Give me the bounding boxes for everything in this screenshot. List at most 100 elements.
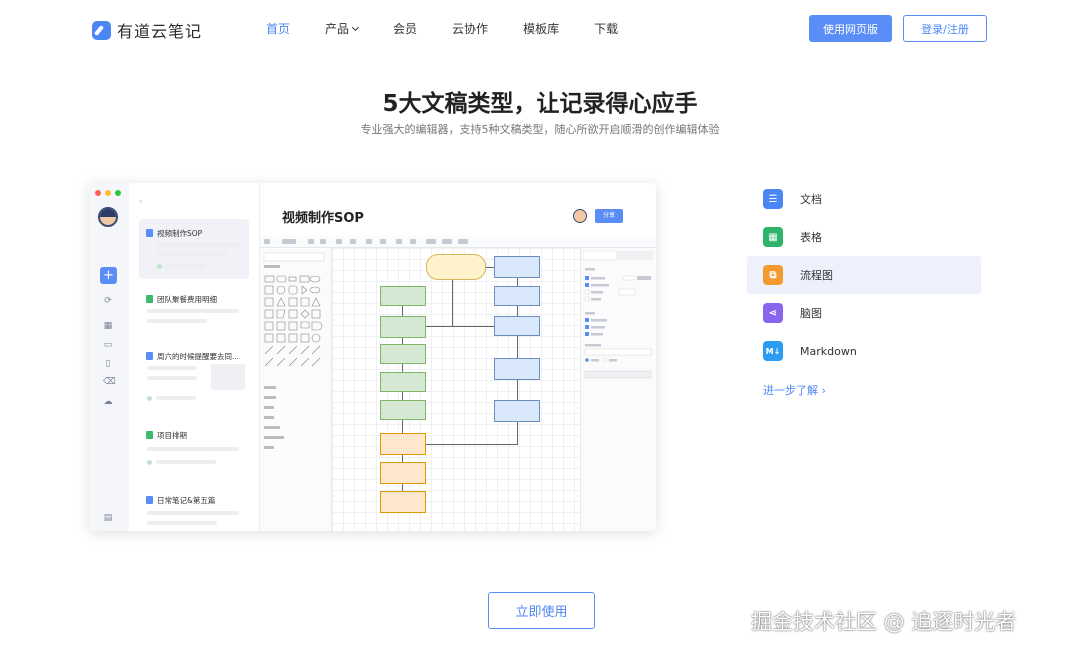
toolbar-icon xyxy=(426,239,436,244)
learn-more-link[interactable]: 进一步了解 › xyxy=(763,382,826,398)
note-item: 日常笔记&第五篇 xyxy=(139,491,249,531)
flowchart-node xyxy=(380,400,426,420)
note-title: 视频制作SOP xyxy=(157,229,203,238)
note-preview-line xyxy=(147,376,197,380)
toolbar-icon xyxy=(320,239,326,244)
flowchart-node xyxy=(494,316,540,336)
note-preview-line xyxy=(147,319,207,323)
editor-toolbar xyxy=(260,236,656,248)
logo[interactable]: 有道云笔记 xyxy=(92,18,202,42)
cloud-icon: ☁ xyxy=(103,397,113,407)
flowchart-node xyxy=(494,400,540,422)
grid-icon: ▦ xyxy=(103,321,113,331)
add-icon: + xyxy=(100,267,117,284)
shape-library-graphic xyxy=(263,252,325,449)
flowchart-connector xyxy=(517,278,518,286)
doc-title: 视频制作SOP xyxy=(282,211,364,226)
flowchart-node xyxy=(494,256,540,278)
flowchart-node xyxy=(426,254,486,280)
note-search-box: ⌕ xyxy=(138,196,251,210)
note-item: 视频制作SOP xyxy=(139,219,249,279)
nav-templates[interactable]: 模板库 xyxy=(523,20,559,37)
sheet-file-icon xyxy=(146,431,153,439)
note-item: 周六的时候提醒要去同... xyxy=(139,346,249,416)
flowchart-node xyxy=(380,316,426,338)
flowchart-connector xyxy=(486,267,494,268)
panel-toggle-icon: ▤ xyxy=(103,513,113,523)
toolbar-icon xyxy=(442,239,452,244)
collaborator-avatar xyxy=(573,209,587,223)
flowchart-connector xyxy=(426,326,494,327)
nav-home[interactable]: 首页 xyxy=(266,20,290,37)
status-dot xyxy=(147,396,152,401)
markdown-icon: M↓ xyxy=(763,341,783,361)
nav-products[interactable]: 产品 xyxy=(325,20,360,37)
type-item-table[interactable]: ▦ 表格 xyxy=(747,218,981,256)
flowchart-connector xyxy=(517,422,518,444)
user-avatar xyxy=(98,207,118,227)
flowchart-connector xyxy=(402,364,403,372)
watermark: 掘金技术社区 @ 追逐时光者 xyxy=(751,610,1017,634)
note-preview-line xyxy=(147,366,197,370)
type-item-markdown[interactable]: M↓ Markdown xyxy=(747,332,981,370)
type-item-flowchart[interactable]: ⧉ 流程图 xyxy=(747,256,981,294)
learn-more-label: 进一步了解 xyxy=(763,384,818,397)
use-web-button[interactable]: 使用网页版 xyxy=(809,15,892,42)
search-icon: ⌕ xyxy=(139,198,143,205)
app-preview-screenshot: + ⟳ ▦ ▭ ▯ ⌫ ☁ ▤ ⌕ 视频制作SOP 团队聚餐费用明细 周六的时候… xyxy=(89,183,656,531)
doc-file-icon xyxy=(146,352,153,360)
note-preview-line xyxy=(156,460,216,464)
nav-membership[interactable]: 会员 xyxy=(393,20,417,37)
type-label: 表格 xyxy=(800,231,822,244)
type-label: 文档 xyxy=(800,193,822,206)
status-dot xyxy=(147,460,152,465)
note-preview-line xyxy=(157,243,239,247)
toolbar-icon xyxy=(410,239,416,244)
flowchart-connector xyxy=(426,444,518,445)
toolbar-icon xyxy=(264,239,270,244)
note-item: 项目排期 xyxy=(139,425,249,475)
doc-file-icon xyxy=(146,496,153,504)
trash-icon: ⌫ xyxy=(103,377,116,387)
shape-library-panel xyxy=(260,248,332,531)
toolbar-icon xyxy=(350,239,356,244)
note-preview-line xyxy=(147,521,217,525)
flowchart-connector xyxy=(517,336,518,358)
flowchart-connector xyxy=(517,306,518,316)
toolbar-icon xyxy=(458,239,468,244)
share-button: 分享 xyxy=(595,209,623,223)
type-item-doc[interactable]: ☰ 文档 xyxy=(747,180,981,218)
doc-icon: ☰ xyxy=(763,189,783,209)
folder-icon: ▭ xyxy=(103,340,113,350)
sheet-file-icon xyxy=(146,295,153,303)
type-item-mindmap[interactable]: ⋖ 脑图 xyxy=(747,294,981,332)
note-title: 项目排期 xyxy=(157,431,187,440)
window-zoom-dot xyxy=(115,190,121,196)
flowchart-icon: ⧉ xyxy=(763,265,783,285)
chevron-down-icon xyxy=(351,23,360,32)
login-register-button[interactable]: 登录/注册 xyxy=(903,15,987,42)
status-dot xyxy=(157,264,162,269)
logo-pen-icon xyxy=(92,20,111,40)
flowchart-node xyxy=(380,491,426,513)
image-thumbnail-icon xyxy=(211,364,245,390)
use-now-button[interactable]: 立即使用 xyxy=(488,592,595,629)
flowchart-connector xyxy=(402,484,403,491)
flowchart-node xyxy=(494,286,540,306)
hero-subtitle: 专业强大的编辑器，支持5种文稿类型，随心所欲开启顺滑的创作编辑体验 xyxy=(360,123,720,136)
note-list: ⌕ 视频制作SOP 团队聚餐费用明细 周六的时候提醒要去同... 项目排期 日常… xyxy=(129,183,260,531)
doc-file-icon xyxy=(146,229,153,237)
nav-collaboration[interactable]: 云协作 xyxy=(452,20,488,37)
sync-icon: ⟳ xyxy=(104,296,112,306)
note-item: 团队聚餐费用明细 xyxy=(139,289,249,339)
toolbar-icon xyxy=(396,239,402,244)
note-preview-line xyxy=(147,447,239,451)
flowchart-connector xyxy=(402,306,403,316)
toolbar-icon xyxy=(336,239,342,244)
window-minimize-dot xyxy=(105,190,111,196)
type-label: 流程图 xyxy=(800,269,833,282)
note-preview-line xyxy=(147,511,239,515)
flowchart-connector xyxy=(452,280,453,326)
nav-products-label: 产品 xyxy=(325,22,350,36)
nav-download[interactable]: 下载 xyxy=(594,20,618,37)
